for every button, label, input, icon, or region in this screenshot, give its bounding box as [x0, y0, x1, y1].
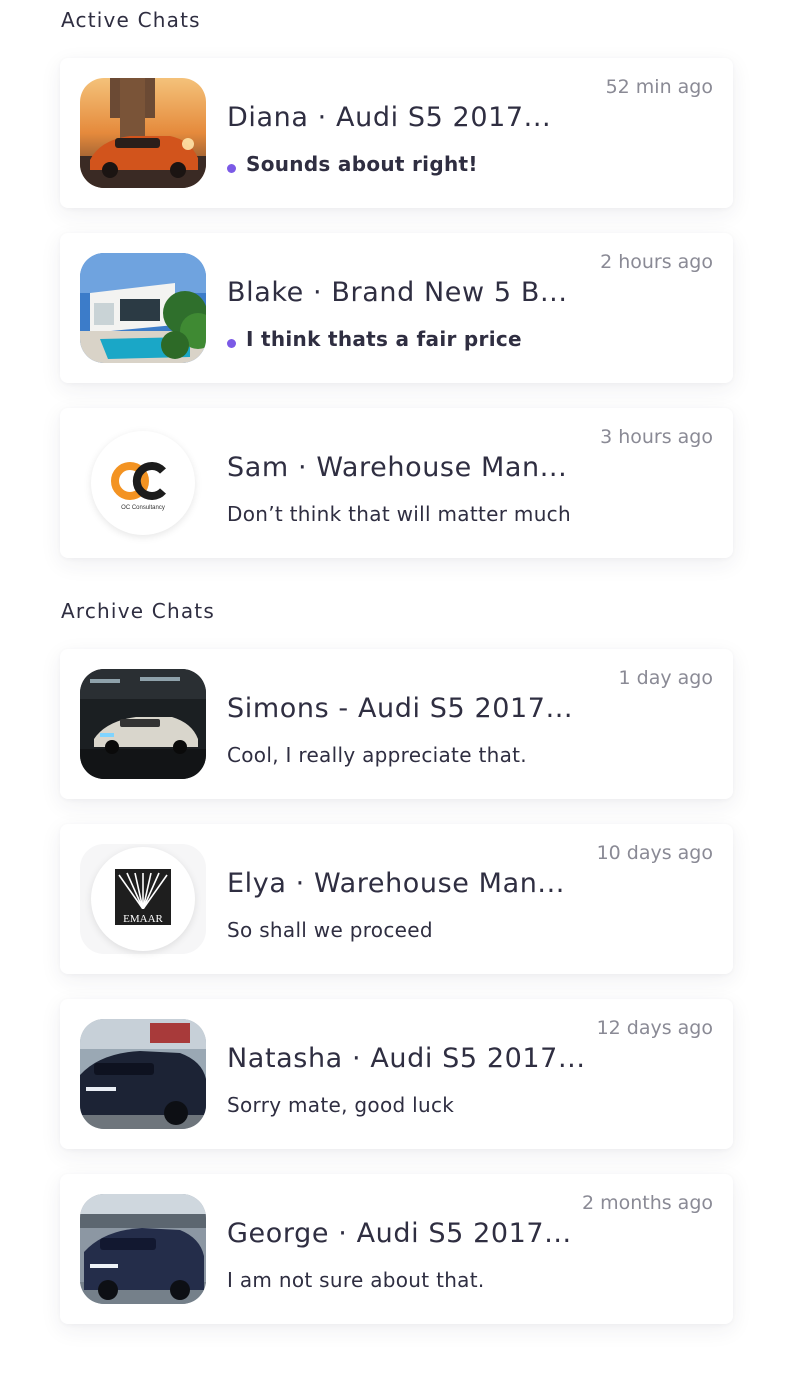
chat-last-message: Don’t think that will matter much: [227, 502, 571, 526]
chat-card-natasha[interactable]: 12 days ago Natasha · Audi S5 2017... So…: [60, 999, 733, 1149]
emaar-logo-text: EMAAR: [123, 913, 163, 925]
chat-card-george[interactable]: 2 months ago George · Audi S5 2017... I …: [60, 1174, 733, 1324]
chat-list-page: Active Chats 52 min ago Diana · Audi S5 …: [0, 0, 793, 1386]
chat-timestamp: 10 days ago: [596, 842, 713, 864]
chat-timestamp: 1 day ago: [618, 667, 713, 689]
chat-card-sam[interactable]: OC Consultancy 3 hours ago Sam · Warehou…: [60, 408, 733, 558]
chat-thumbnail-car-image: [80, 1019, 206, 1129]
unread-indicator-dot: [227, 164, 236, 173]
chat-timestamp: 2 months ago: [581, 1192, 713, 1214]
chat-title: Diana · Audi S5 2017...: [227, 102, 552, 133]
chat-thumbnail-logo: EMAAR: [80, 844, 206, 954]
unread-indicator-dot: [227, 339, 236, 348]
active-chats-heading: Active Chats: [61, 8, 201, 32]
chat-card-elya[interactable]: EMAAR 10 days ago Elya · Warehouse Man..…: [60, 824, 733, 974]
chat-title: Elya · Warehouse Man...: [227, 868, 565, 899]
chat-timestamp: 52 min ago: [605, 76, 713, 98]
chat-last-message: Sounds about right!: [246, 152, 478, 176]
chat-last-message: I am not sure about that.: [227, 1268, 485, 1292]
chat-thumbnail-house-image: [80, 253, 206, 363]
oc-logo-text: OC Consultancy: [121, 505, 165, 511]
chat-thumbnail-logo: OC Consultancy: [80, 428, 206, 538]
chat-title: George · Audi S5 2017...: [227, 1218, 572, 1249]
chat-card-blake[interactable]: 2 hours ago Blake · Brand New 5 B... I t…: [60, 233, 733, 383]
chat-last-message: Cool, I really appreciate that.: [227, 743, 527, 767]
chat-title: Blake · Brand New 5 B...: [227, 277, 568, 308]
chat-timestamp: 12 days ago: [596, 1017, 713, 1039]
chat-title: Natasha · Audi S5 2017...: [227, 1043, 586, 1074]
chat-title: Simons - Audi S5 2017...: [227, 693, 574, 724]
chat-thumbnail-car-image: [80, 669, 206, 779]
chat-title: Sam · Warehouse Man...: [227, 452, 568, 483]
emaar-logo: EMAAR: [91, 847, 195, 951]
chat-thumbnail-car-image: [80, 1194, 206, 1304]
chat-last-message: So shall we proceed: [227, 918, 433, 942]
chat-timestamp: 3 hours ago: [600, 426, 713, 448]
archive-chats-heading: Archive Chats: [61, 599, 215, 623]
chat-last-message: Sorry mate, good luck: [227, 1093, 455, 1117]
chat-timestamp: 2 hours ago: [600, 251, 713, 273]
chat-last-message: I think thats a fair price: [246, 327, 522, 351]
chat-card-simons[interactable]: 1 day ago Simons - Audi S5 2017... Cool,…: [60, 649, 733, 799]
chat-card-diana[interactable]: 52 min ago Diana · Audi S5 2017... Sound…: [60, 58, 733, 208]
chat-thumbnail-car-image: [80, 78, 206, 188]
oc-consultancy-logo: OC Consultancy: [91, 431, 195, 535]
